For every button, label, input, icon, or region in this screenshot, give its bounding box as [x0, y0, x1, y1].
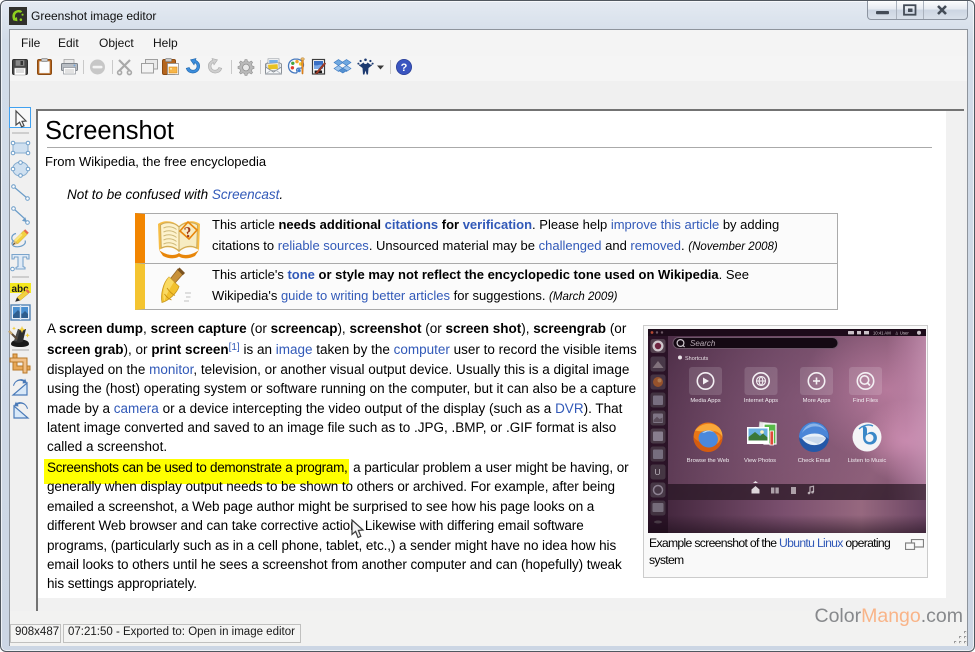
svg-text:Search: Search — [690, 339, 716, 348]
svg-text:More Apps: More Apps — [803, 398, 831, 404]
svg-text:?: ? — [401, 62, 408, 74]
svg-text:Check Email: Check Email — [798, 458, 831, 464]
svg-text:♙ User: ♙ User — [895, 330, 909, 335]
svg-text:U: U — [655, 467, 661, 477]
svg-text:10:41 AM: 10:41 AM — [873, 330, 891, 335]
svg-text:Media Apps: Media Apps — [690, 398, 720, 404]
svg-text:Find Files: Find Files — [853, 398, 878, 404]
svg-text:Browse the Web: Browse the Web — [687, 458, 729, 464]
svg-text:Shortcuts: Shortcuts — [685, 356, 708, 362]
svg-text:View Photos: View Photos — [744, 458, 776, 464]
svg-text:Listen to Music: Listen to Music — [848, 458, 887, 464]
svg-text:Internet Apps: Internet Apps — [744, 398, 778, 404]
